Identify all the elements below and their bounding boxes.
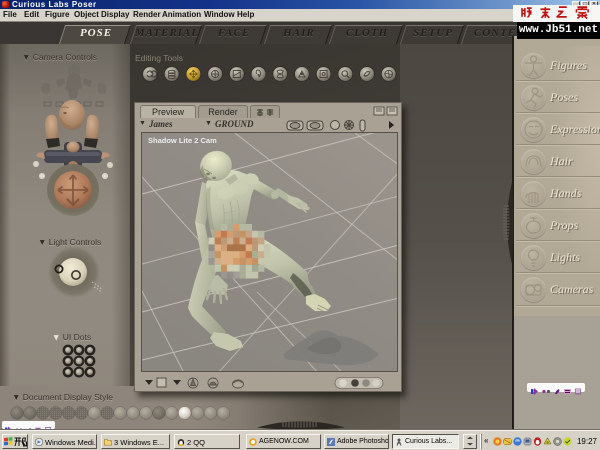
svg-text:Shadow Lite 2 Cam: Shadow Lite 2 Cam [148,136,217,145]
